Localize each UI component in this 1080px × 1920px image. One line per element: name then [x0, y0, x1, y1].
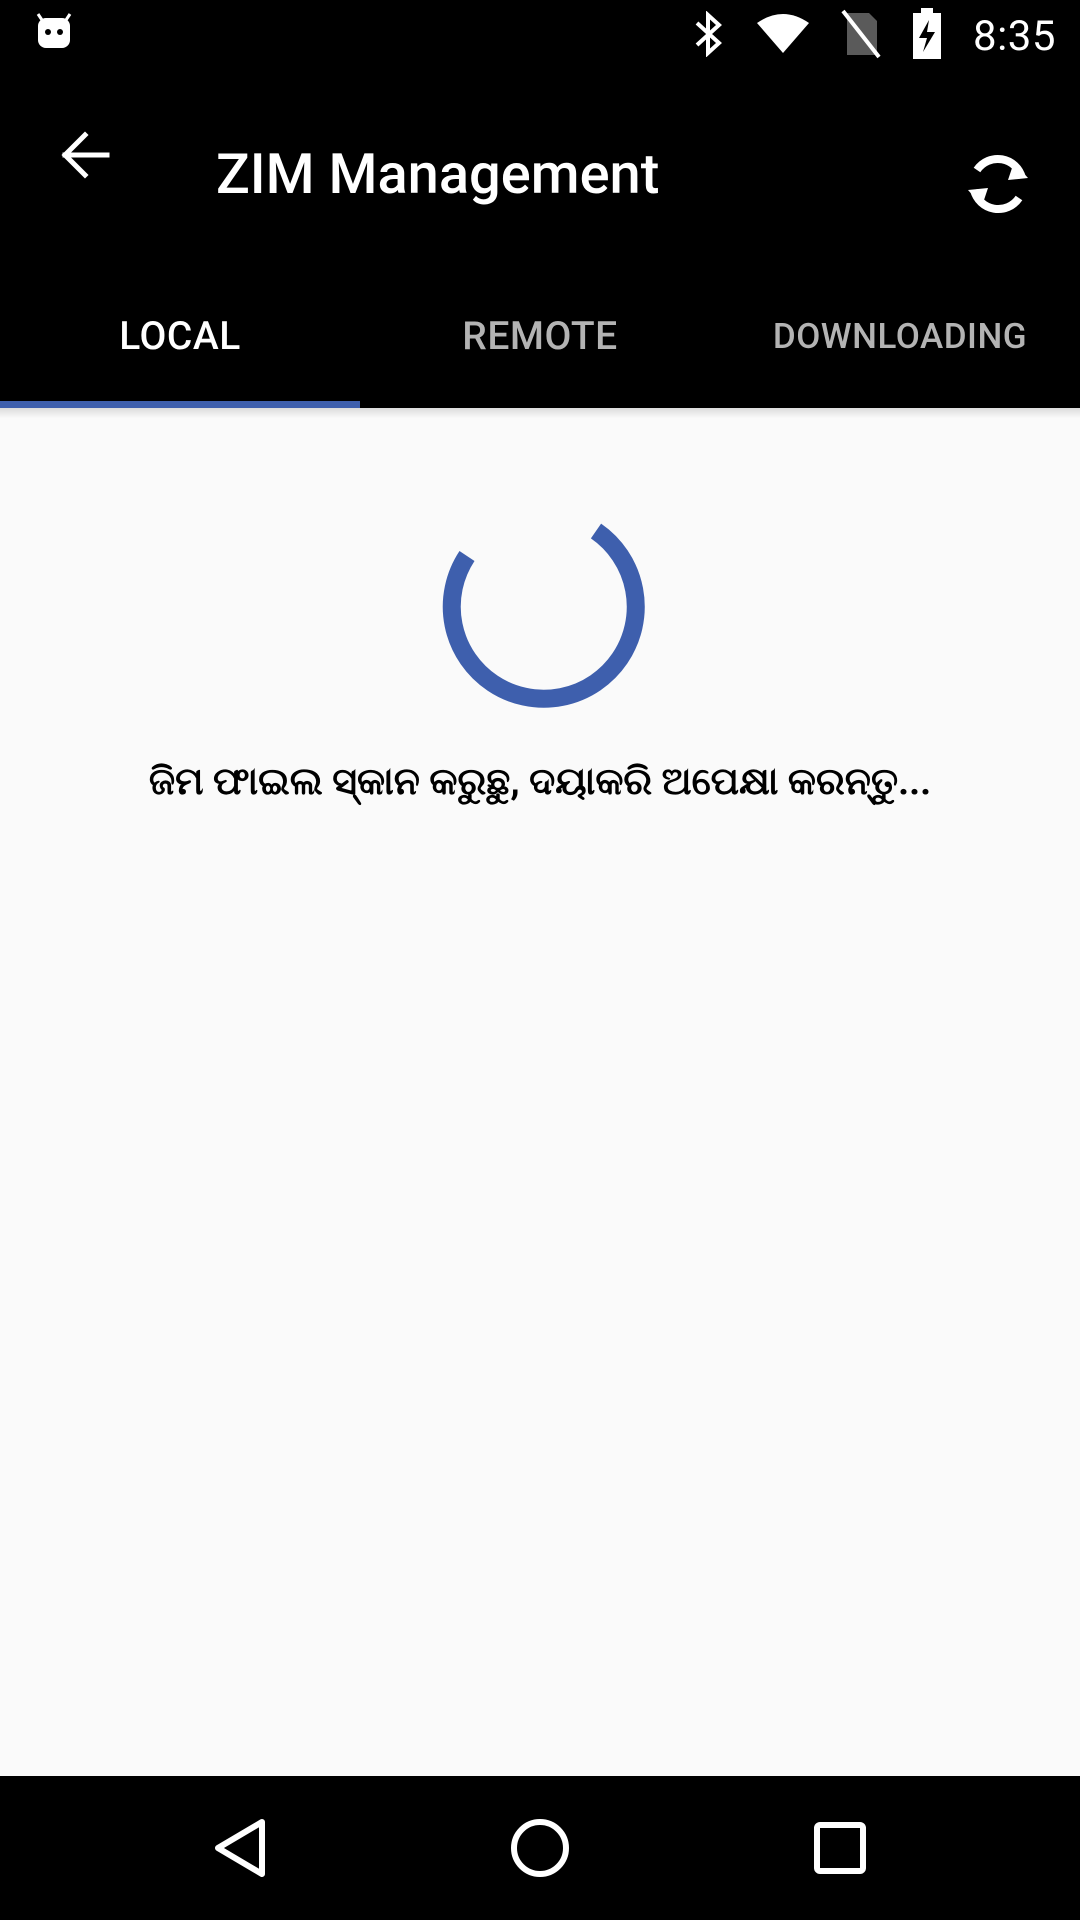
android-icon	[34, 12, 74, 56]
page-title: ZIM Management	[216, 141, 660, 207]
nav-home-icon	[508, 1816, 572, 1884]
status-bar: 8:35	[0, 0, 1080, 72]
nav-recents-icon	[812, 1820, 868, 1880]
loading-spinner	[442, 523, 645, 708]
tab-bar: LOCAL REMOTE DOWNLOADING	[0, 264, 1080, 408]
back-button[interactable]	[40, 112, 130, 202]
refresh-icon	[962, 148, 1034, 224]
bluetooth-icon	[693, 10, 725, 61]
tab-local[interactable]: LOCAL	[0, 264, 360, 408]
battery-charging-icon	[911, 8, 943, 64]
loading-message: ଜିମ ଫାଇଲ ସ୍କାନ କରୁଛୁ, ଦୟାକରି ଅପେକ୍ଷା କରନ…	[148, 760, 932, 804]
tab-indicator	[0, 401, 360, 408]
local-content: ଜିମ ଫାଇଲ ସ୍କାନ କରୁଛୁ, ଦୟାକରି ଅପେକ୍ଷା କରନ…	[0, 408, 1080, 1776]
tab-downloading[interactable]: DOWNLOADING	[720, 264, 1080, 408]
status-time: 8:35	[973, 11, 1056, 61]
nav-home-button[interactable]	[490, 1800, 590, 1900]
arrow-back-icon	[57, 127, 113, 187]
tab-remote[interactable]: REMOTE	[360, 264, 720, 408]
refresh-button[interactable]	[950, 138, 1046, 234]
nav-back-button[interactable]	[190, 1800, 290, 1900]
app-toolbar: ZIM Management	[0, 72, 1080, 288]
nav-recents-button[interactable]	[790, 1800, 890, 1900]
nav-back-icon	[210, 1816, 270, 1884]
tab-shadow	[0, 408, 1080, 418]
wifi-icon	[755, 13, 811, 59]
navigation-bar	[0, 1776, 1080, 1920]
no-sim-icon	[841, 9, 881, 63]
